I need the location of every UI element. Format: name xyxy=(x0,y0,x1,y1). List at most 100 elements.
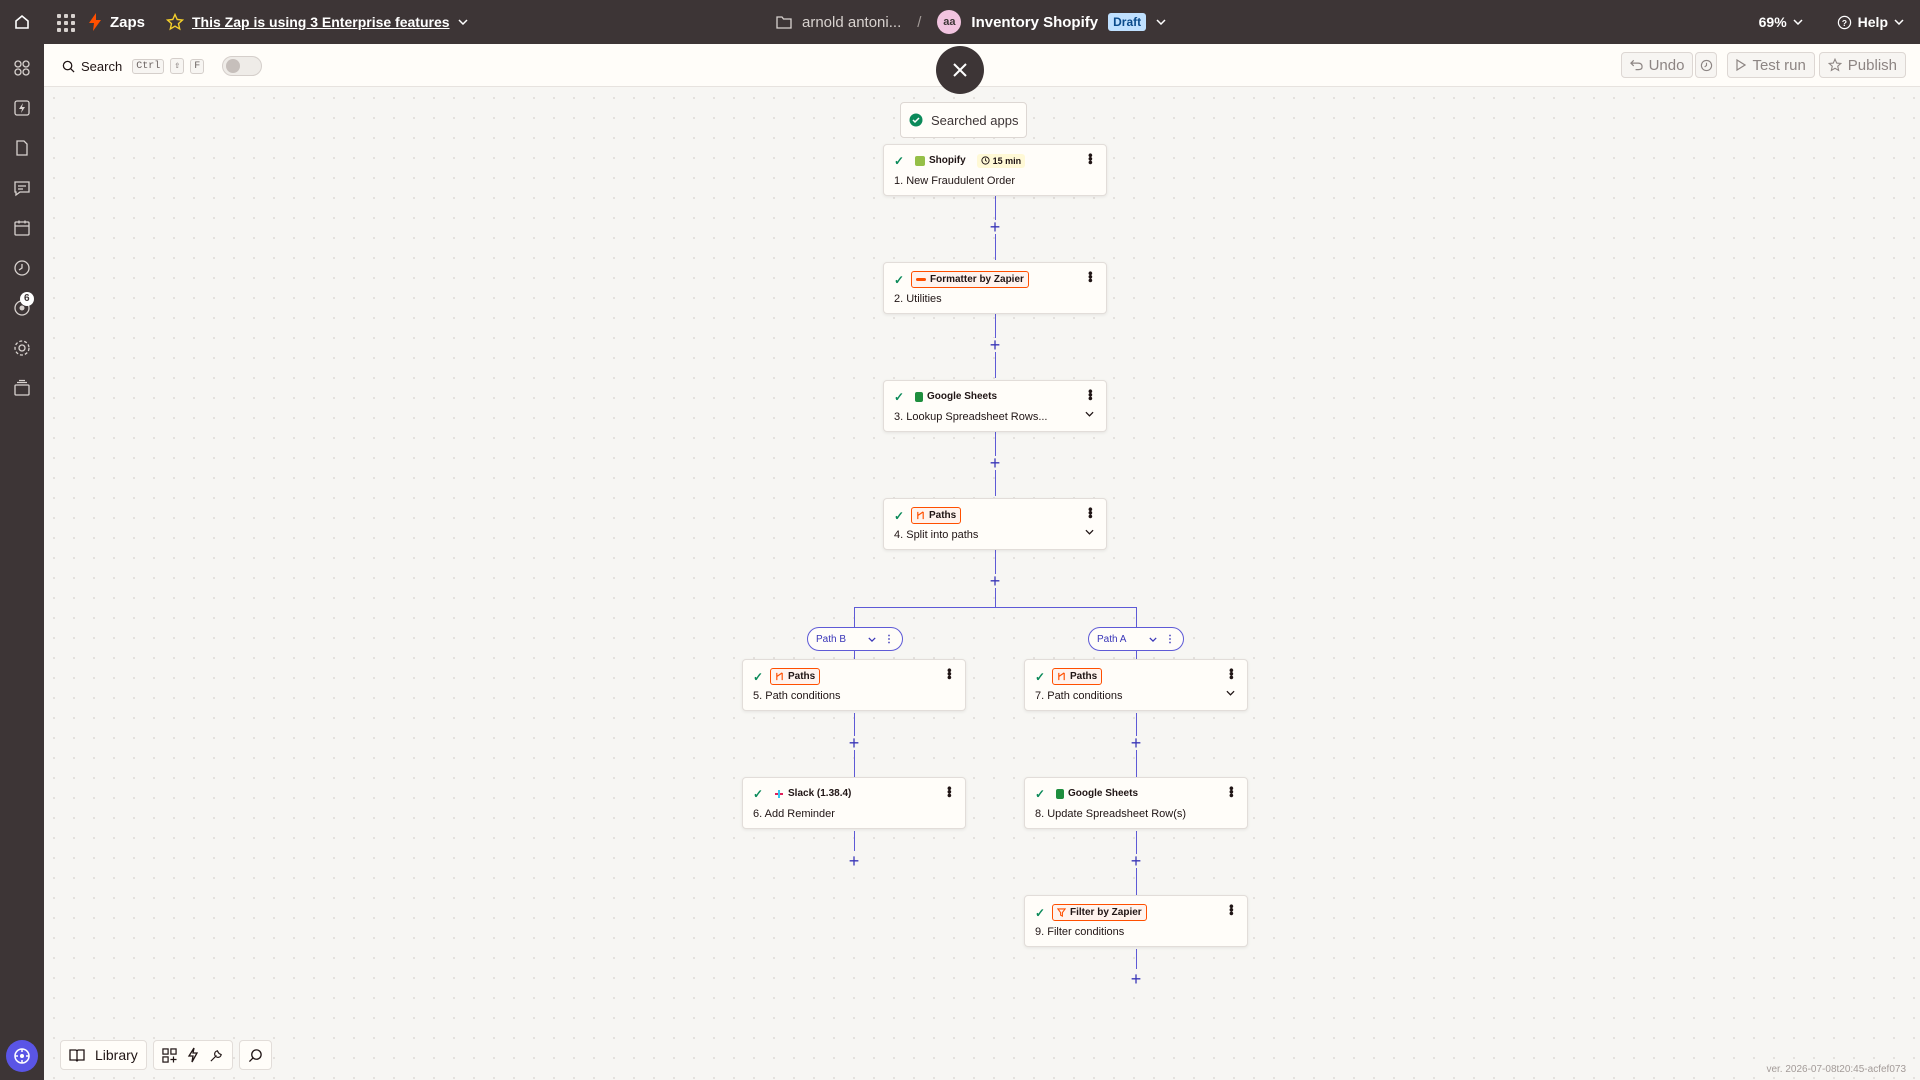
step-card[interactable]: ✓ Shopify 15 min 1. New Fraudulent Order… xyxy=(883,144,1107,196)
step-card[interactable]: ✓ Paths 4. Split into paths ••• xyxy=(883,498,1107,550)
calendar-icon[interactable] xyxy=(12,218,32,238)
step-title: 5. Path conditions xyxy=(753,690,841,702)
ai-assistant-icon[interactable] xyxy=(6,1040,38,1072)
zaps-link[interactable]: Zaps xyxy=(88,0,145,44)
step-app-name: Slack (1.38.4) xyxy=(788,788,852,799)
folder-icon xyxy=(776,16,792,29)
canvas-icon[interactable] xyxy=(12,378,32,398)
slack-icon xyxy=(775,789,783,798)
chevron-down-icon[interactable] xyxy=(868,636,876,642)
avatar[interactable]: aa xyxy=(937,10,962,34)
step-title: 2. Utilities xyxy=(894,293,942,305)
tables-icon[interactable] xyxy=(12,138,32,158)
step-menu-icon[interactable]: ••• xyxy=(1083,153,1098,164)
app-chip: Google Sheets xyxy=(911,389,1001,404)
check-circle-icon xyxy=(909,113,923,127)
test-run-label: Test run xyxy=(1752,56,1806,74)
add-step-button[interactable]: + xyxy=(988,454,1002,472)
path-a-pill[interactable]: Path A ⋮ xyxy=(1088,627,1184,651)
bottom-dock: Library xyxy=(60,1040,272,1070)
play-icon xyxy=(1736,59,1747,71)
home-button[interactable] xyxy=(0,0,44,44)
check-icon: ✓ xyxy=(753,786,764,801)
add-step-button[interactable]: + xyxy=(1129,734,1143,752)
add-step-button[interactable]: + xyxy=(988,572,1002,590)
zap-name[interactable]: Inventory Shopify xyxy=(971,14,1098,31)
search-button[interactable]: Search Ctrl ⇧ F xyxy=(62,56,263,76)
zap-menu-chevron-icon[interactable] xyxy=(1156,19,1166,25)
home-icon xyxy=(15,14,29,29)
step-menu-icon[interactable]: ••• xyxy=(942,786,957,797)
book-icon xyxy=(69,1049,85,1062)
step-card[interactable]: ✓ Filter by Zapier 9. Filter conditions … xyxy=(1024,895,1248,947)
step-menu-icon[interactable]: ••• xyxy=(1224,904,1239,915)
undo-button[interactable]: Undo xyxy=(1620,52,1694,78)
path-menu-icon[interactable]: ⋮ xyxy=(884,634,894,645)
step-card[interactable]: ✓ Paths 7. Path conditions ••• xyxy=(1024,659,1248,711)
step-card[interactable]: ✓ Paths 5. Path conditions ••• xyxy=(742,659,966,711)
step-title: 6. Add Reminder xyxy=(753,808,835,820)
wrench-icon[interactable] xyxy=(209,1048,224,1063)
chevron-down-icon xyxy=(1793,19,1803,25)
path-label: Path A xyxy=(1097,633,1127,645)
settings-icon[interactable] xyxy=(12,338,32,358)
help-label: Help xyxy=(1857,14,1888,30)
step-card[interactable]: ✓ Google Sheets 3. Lookup Spreadsheet Ro… xyxy=(883,380,1107,432)
paths-icon xyxy=(917,511,924,520)
dock-tools xyxy=(152,1040,233,1070)
app-chip: Paths xyxy=(1052,668,1103,685)
check-icon: ✓ xyxy=(894,508,905,523)
step-menu-icon[interactable]: ••• xyxy=(1083,389,1098,400)
test-run-button[interactable]: Test run xyxy=(1727,52,1815,78)
publish-button[interactable]: Publish xyxy=(1818,52,1906,78)
step-card[interactable]: ✓ Formatter by Zapier 2. Utilities ••• xyxy=(883,262,1107,314)
app-chip: Filter by Zapier xyxy=(1052,904,1147,921)
add-step-button[interactable]: + xyxy=(1129,852,1143,870)
star-icon xyxy=(1827,58,1842,72)
step-card[interactable]: ✓ Google Sheets 8. Update Spreadsheet Ro… xyxy=(1024,777,1248,829)
step-menu-icon[interactable]: ••• xyxy=(1083,507,1098,518)
enterprise-features-dropdown[interactable]: This Zap is using 3 Enterprise features xyxy=(166,0,468,44)
folder-link[interactable]: arnold antoni... xyxy=(802,14,901,31)
branch-line xyxy=(854,607,1136,608)
chevron-down-icon[interactable] xyxy=(1149,636,1157,642)
chevron-down-icon[interactable] xyxy=(1085,411,1094,417)
step-menu-icon[interactable]: ••• xyxy=(1083,271,1098,282)
interfaces-icon[interactable] xyxy=(12,178,32,198)
undo-icon xyxy=(1629,59,1643,71)
check-icon: ✓ xyxy=(1035,905,1046,920)
apps-grid-icon[interactable] xyxy=(162,1047,177,1063)
help-dropdown[interactable]: ? Help xyxy=(1837,14,1904,30)
version-history-button[interactable] xyxy=(1695,52,1718,78)
dock-search[interactable] xyxy=(238,1040,272,1070)
step-menu-icon[interactable]: ••• xyxy=(1224,668,1239,679)
zaps-icon[interactable] xyxy=(12,98,32,118)
apps-icon[interactable] xyxy=(12,58,32,78)
chevron-down-icon[interactable] xyxy=(1085,529,1094,535)
chevron-down-icon xyxy=(1894,19,1904,25)
zap-canvas[interactable] xyxy=(44,88,1920,1080)
searched-apps-button[interactable]: Searched apps xyxy=(900,102,1028,138)
step-card[interactable]: ✓ Slack (1.38.4) 6. Add Reminder ••• xyxy=(742,777,966,829)
path-menu-icon[interactable]: ⋮ xyxy=(1165,634,1175,645)
app-switcher-icon[interactable] xyxy=(55,12,75,32)
step-title: 1. New Fraudulent Order xyxy=(894,175,1016,187)
path-b-pill[interactable]: Path B ⋮ xyxy=(807,627,903,651)
breadcrumb-separator: / xyxy=(917,13,922,31)
step-menu-icon[interactable]: ••• xyxy=(1224,786,1239,797)
chevron-down-icon[interactable] xyxy=(1226,690,1235,696)
add-step-button[interactable]: + xyxy=(1129,970,1143,988)
step-menu-icon[interactable]: ••• xyxy=(942,668,957,679)
filter-icon xyxy=(1057,908,1066,917)
add-step-button[interactable]: + xyxy=(988,336,1002,354)
view-toggle[interactable] xyxy=(222,56,263,76)
add-step-button[interactable]: + xyxy=(847,734,861,752)
library-button[interactable]: Library xyxy=(60,1040,147,1070)
zap-bolt-icon[interactable] xyxy=(187,1047,199,1063)
history-icon[interactable] xyxy=(12,258,32,278)
close-button[interactable] xyxy=(936,46,984,94)
add-step-button[interactable]: + xyxy=(988,218,1002,236)
add-step-button[interactable]: + xyxy=(847,852,861,870)
app-chip: Paths xyxy=(770,668,821,685)
zoom-dropdown[interactable]: 69% xyxy=(1759,14,1803,30)
